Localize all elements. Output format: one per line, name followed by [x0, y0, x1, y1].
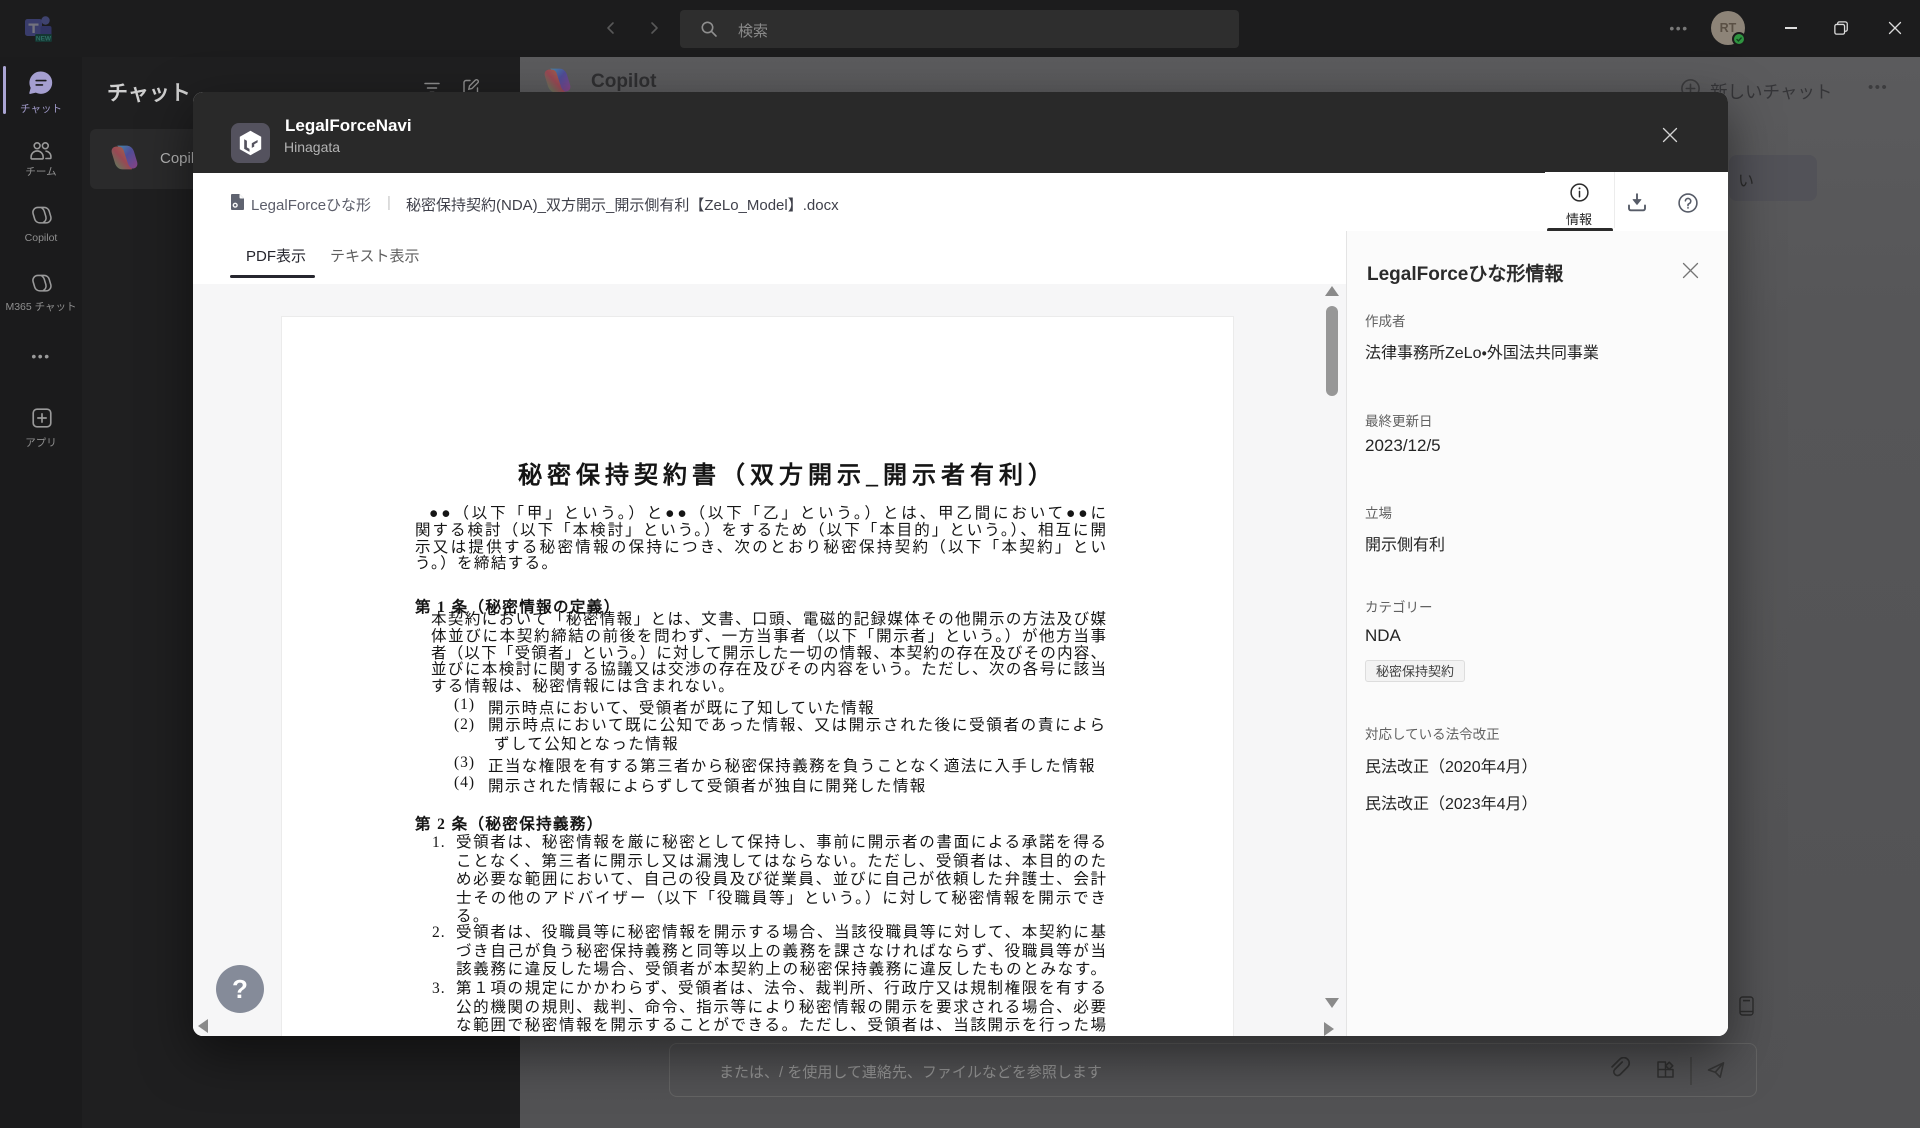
svg-text:NEW: NEW [36, 35, 52, 42]
